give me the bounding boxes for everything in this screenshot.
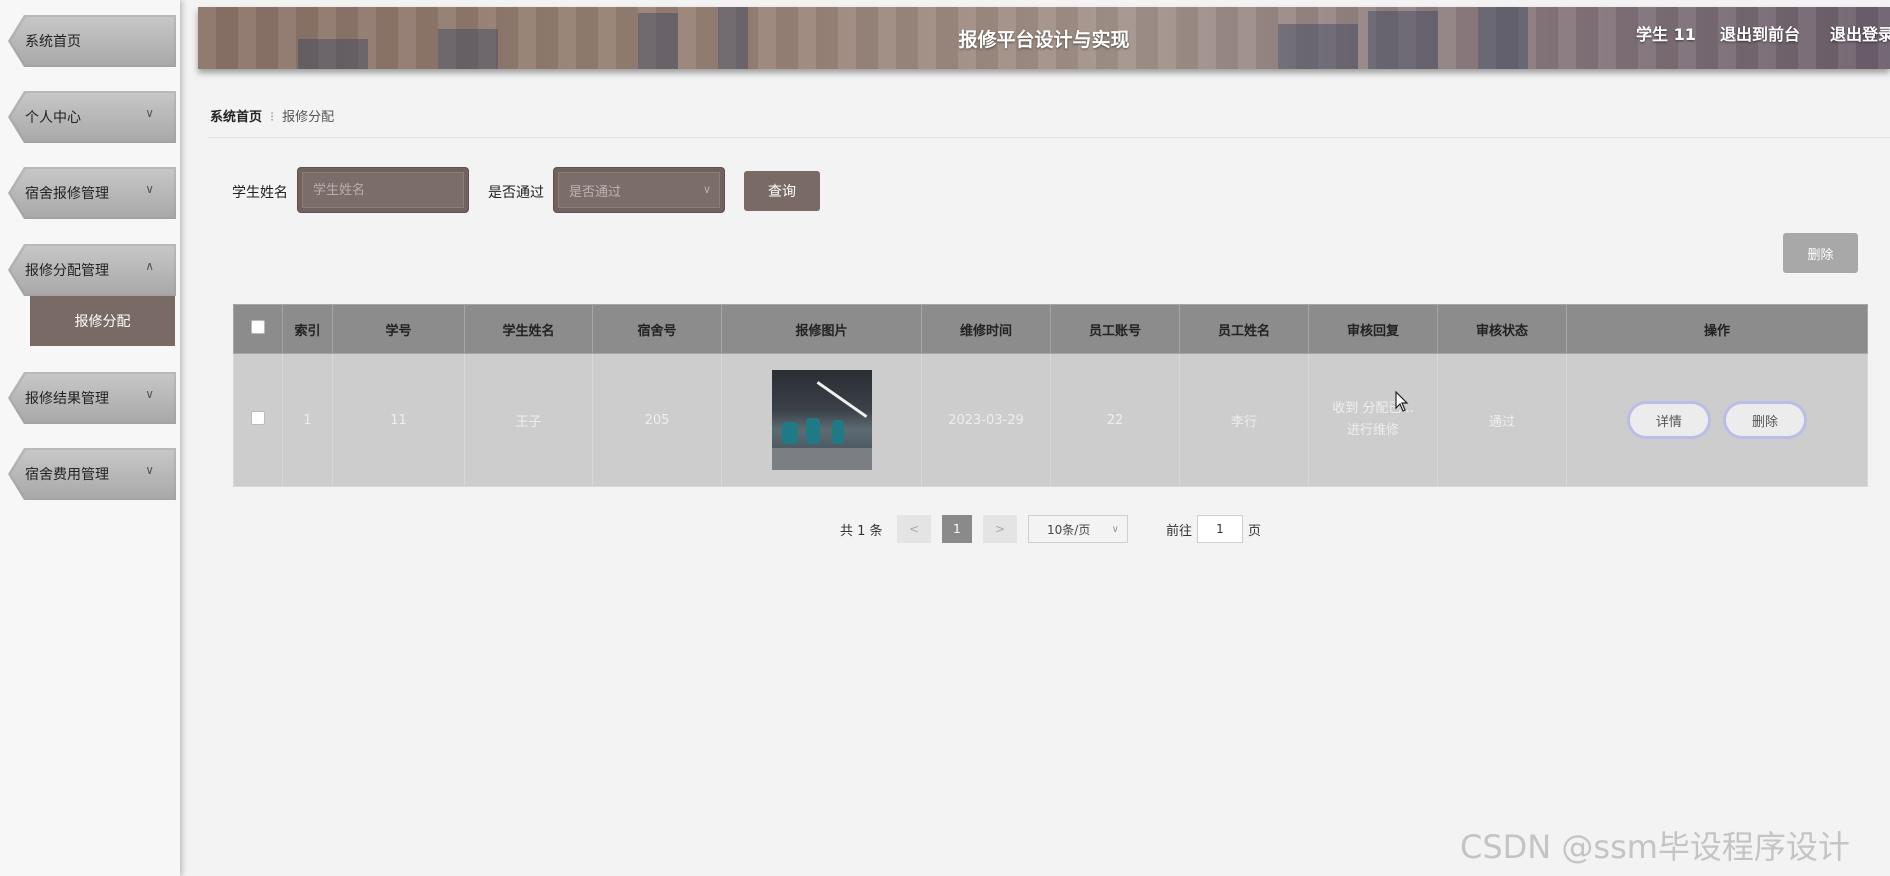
data-table: 索引 学号 学生姓名 宿舍号 报修图片 维修时间 员工账号 员工姓名 审核回复 … xyxy=(233,304,1868,487)
dorm-cell: 205 xyxy=(592,353,722,487)
chevron-up-icon: ∧ xyxy=(145,259,154,273)
batch-delete-button[interactable]: 删除 xyxy=(1783,233,1858,273)
column-header: 索引 xyxy=(282,304,333,354)
select-all-checkbox[interactable] xyxy=(251,320,265,334)
chevron-down-icon: ∨ xyxy=(145,182,154,196)
goto-label: 前往 xyxy=(1166,523,1193,539)
image-detail xyxy=(831,420,844,444)
sidebar-item-repair-result[interactable]: 报修结果管理 ∨ xyxy=(8,372,176,424)
sidebar-item-personal-center[interactable]: 个人中心 ∨ xyxy=(8,91,176,143)
breadcrumb: 系统首页 ⁝ 报修分配 xyxy=(210,106,334,125)
sidebar-item-label: 报修分配管理 xyxy=(25,263,109,279)
breadcrumb-home[interactable]: 系统首页 xyxy=(210,110,262,125)
pass-status-field-wrap: 是否通过 ∨ xyxy=(554,168,724,212)
page-number-button[interactable]: 1 xyxy=(942,515,972,543)
actions-cell: 详情 删除 xyxy=(1566,353,1868,487)
table-row: 1 11 王子 205 2023-03-29 22 李行 收到 分配已... 进… xyxy=(233,353,1868,487)
chevron-down-icon: ∨ xyxy=(145,387,154,401)
review-reply-cell: 收到 分配已... 进行维修 xyxy=(1308,353,1438,487)
row-checkbox[interactable] xyxy=(251,411,265,425)
index-cell: 1 xyxy=(282,353,333,487)
chevron-down-icon: ∨ xyxy=(1111,523,1119,535)
goto-page-input[interactable]: 1 xyxy=(1197,515,1243,543)
staff-account-cell: 22 xyxy=(1050,353,1180,487)
repair-image[interactable] xyxy=(771,370,872,470)
sidebar-item-label: 报修结果管理 xyxy=(25,391,109,407)
page-suffix-label: 页 xyxy=(1248,523,1262,539)
query-button[interactable]: 查询 xyxy=(744,171,820,211)
chevron-down-icon: ∨ xyxy=(145,463,154,477)
select-all-cell xyxy=(233,304,283,354)
column-header: 审核回复 xyxy=(1308,304,1438,354)
review-status-cell: 通过 xyxy=(1437,353,1567,487)
sidebar-item-home[interactable]: 系统首页 xyxy=(8,15,176,67)
page-size-select[interactable]: 10条/页 ∨ xyxy=(1028,515,1128,543)
review-reply-line: 收到 分配已... xyxy=(1332,401,1414,416)
sidebar-item-dorm-repair[interactable]: 宿舍报修管理 ∨ xyxy=(8,167,176,219)
student-name-input[interactable] xyxy=(302,172,464,208)
sidebar-item-label: 个人中心 xyxy=(25,110,81,126)
back-to-front-link[interactable]: 退出到前台 xyxy=(1720,21,1800,45)
logout-link[interactable]: 退出登录 xyxy=(1830,21,1890,45)
column-header: 操作 xyxy=(1566,304,1868,354)
sidebar: 系统首页 个人中心 ∨ 宿舍报修管理 ∨ 报修分配管理 ∧ 报修分配 报修结果管… xyxy=(0,0,180,876)
pass-status-select[interactable]: 是否通过 ∨ xyxy=(558,172,720,208)
column-header: 审核状态 xyxy=(1437,304,1567,354)
pass-status-placeholder: 是否通过 xyxy=(569,184,622,200)
pass-status-label: 是否通过 xyxy=(488,185,544,201)
watermark: CSDN @ssm毕设程序设计 xyxy=(1460,828,1850,866)
student-no-cell: 11 xyxy=(332,353,465,487)
table-header-row: 索引 学号 学生姓名 宿舍号 报修图片 维修时间 员工账号 员工姓名 审核回复 … xyxy=(233,304,1868,354)
column-header: 学号 xyxy=(332,304,465,354)
staff-name-cell: 李行 xyxy=(1179,353,1309,487)
mouse-cursor-icon xyxy=(1395,391,1409,412)
sidebar-item-repair-assign[interactable]: 报修分配管理 ∧ xyxy=(8,244,176,296)
sidebar-subitem-repair-assign[interactable]: 报修分配 xyxy=(30,296,175,346)
review-reply-line: 进行维修 xyxy=(1346,423,1399,438)
image-detail xyxy=(805,418,820,444)
image-detail xyxy=(816,381,867,418)
column-header: 宿舍号 xyxy=(592,304,722,354)
breadcrumb-current: 报修分配 xyxy=(282,110,335,125)
image-detail xyxy=(781,422,798,444)
next-page-button[interactable]: > xyxy=(983,515,1017,543)
row-delete-button[interactable]: 删除 xyxy=(1726,404,1805,436)
student-name-label: 学生姓名 xyxy=(232,185,288,201)
breadcrumb-separator: ⁝ xyxy=(270,110,275,125)
current-user: 学生 11 xyxy=(1636,25,1696,44)
sidebar-item-label: 宿舍费用管理 xyxy=(25,467,109,483)
top-header: 报修平台设计与实现 学生 11 退出到前台 退出登录 xyxy=(198,7,1890,69)
repair-image-cell xyxy=(721,353,922,487)
sidebar-item-label: 系统首页 xyxy=(25,34,81,50)
image-detail xyxy=(771,448,872,470)
pagination-total: 共 1 条 xyxy=(840,523,883,539)
sidebar-item-dorm-fee[interactable]: 宿舍费用管理 ∨ xyxy=(8,448,176,500)
column-header: 员工账号 xyxy=(1050,304,1180,354)
detail-button[interactable]: 详情 xyxy=(1629,404,1708,436)
column-header: 学生姓名 xyxy=(464,304,593,354)
divider xyxy=(208,137,1890,138)
column-header: 报修图片 xyxy=(721,304,922,354)
column-header: 员工姓名 xyxy=(1179,304,1309,354)
student-name-cell: 王子 xyxy=(464,353,593,487)
row-select-cell xyxy=(233,353,283,487)
page-size-value: 10条/页 xyxy=(1047,522,1091,537)
column-header: 维修时间 xyxy=(921,304,1051,354)
chevron-down-icon: ∨ xyxy=(702,183,711,196)
prev-page-button[interactable]: < xyxy=(897,515,931,543)
student-name-field-wrap xyxy=(298,168,468,212)
chevron-down-icon: ∨ xyxy=(145,106,154,120)
sidebar-item-label: 宿舍报修管理 xyxy=(25,186,109,202)
repair-time-cell: 2023-03-29 xyxy=(921,353,1051,487)
